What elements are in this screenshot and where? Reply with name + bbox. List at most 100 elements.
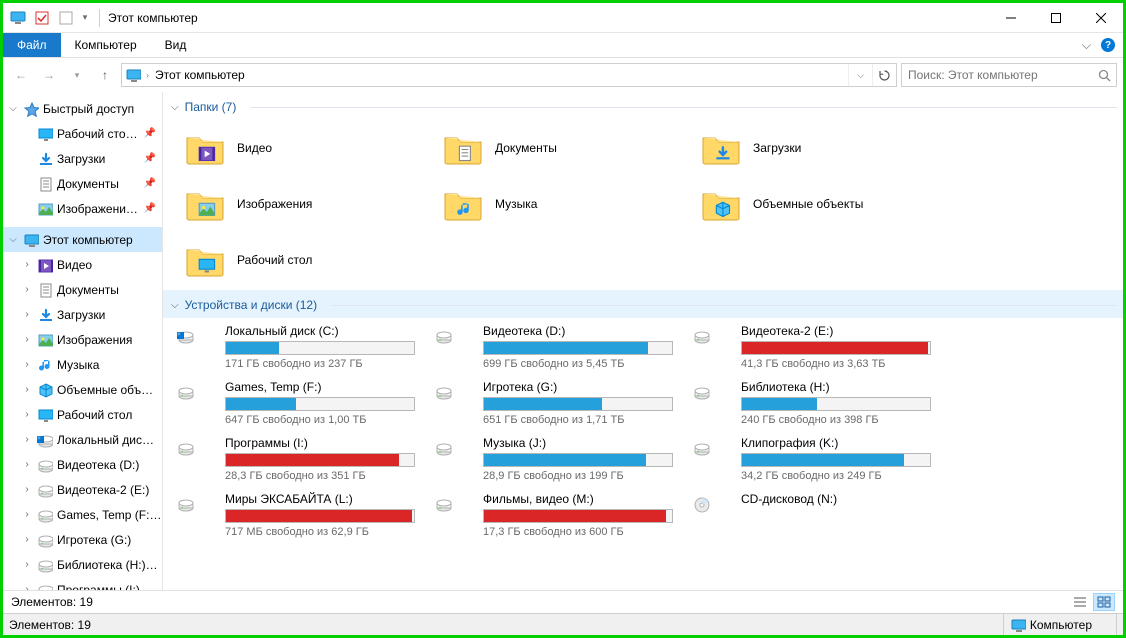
back-button[interactable]: ← [9, 63, 33, 87]
disk-icon [173, 492, 217, 536]
tree-pc-item[interactable]: › Загрузки [3, 302, 162, 327]
tree-pc-item[interactable]: › Документы [3, 277, 162, 302]
folder-item[interactable]: Видео [183, 124, 433, 172]
folder-item[interactable]: Рабочий стол [183, 236, 433, 284]
tab-view[interactable]: Вид [151, 33, 201, 57]
qat-properties-icon[interactable] [31, 7, 53, 29]
drive-free-text: 28,3 ГБ свободно из 351 ГБ [225, 470, 425, 482]
objects-folder-icon [699, 184, 743, 224]
folder-item[interactable]: Изображения [183, 180, 433, 228]
drive-item[interactable]: Библиотека (H:) 240 ГБ свободно из 398 Г… [689, 380, 941, 426]
downloads-icon [36, 151, 54, 167]
close-button[interactable] [1078, 4, 1123, 32]
folder-item[interactable]: Документы [441, 124, 691, 172]
tree-qa-item[interactable]: Изображени… 📌 [3, 196, 162, 221]
group-drives-header[interactable]: ⌵ Устройства и диски (12) [163, 290, 1123, 318]
navigation-bar: ← → ▾ ↑ › Этот компьютер ⌵ [3, 58, 1123, 92]
drive-item[interactable]: CD-дисковод (N:) [689, 492, 941, 538]
disk-icon [36, 582, 54, 591]
location-icon [122, 67, 144, 83]
breadcrumb[interactable]: Этот компьютер [151, 68, 249, 82]
tree-qa-item[interactable]: Рабочий сто… 📌 [3, 121, 162, 146]
disk-icon [36, 507, 54, 523]
tree-pc-item[interactable]: › Локальный дис… [3, 427, 162, 452]
folder-label: Изображения [237, 197, 312, 211]
tree-pc-item[interactable]: › Изображения [3, 327, 162, 352]
group-folders-header[interactable]: ⌵ Папки (7) [163, 92, 1123, 120]
taskbar-computer[interactable]: Компьютер [1003, 614, 1117, 635]
navigation-tree: ⌵ Быстрый доступ Рабочий сто… 📌 Загрузки… [3, 92, 163, 590]
chevron-down-icon: ⌵ [171, 300, 179, 311]
tree-qa-item[interactable]: Документы 📌 [3, 171, 162, 196]
capacity-bar [483, 509, 673, 523]
disk-icon [173, 436, 217, 480]
search-icon[interactable] [1092, 69, 1116, 82]
search-input[interactable] [902, 68, 1092, 82]
drive-free-text: 240 ГБ свободно из 398 ГБ [741, 414, 941, 426]
tree-pc-item[interactable]: › Видео [3, 252, 162, 277]
disk-icon [431, 324, 475, 368]
folder-item[interactable]: Загрузки [699, 124, 949, 172]
drive-label: Games, Temp (F:) [225, 380, 425, 394]
tree-pc-item[interactable]: › Библиотека (H:)… [3, 552, 162, 577]
view-tiles-button[interactable] [1093, 593, 1115, 611]
objects-icon [36, 382, 54, 398]
drive-item[interactable]: Games, Temp (F:) 647 ГБ свободно из 1,00… [173, 380, 425, 426]
taskbar-strip: Элементов: 19 Компьютер [3, 613, 1123, 635]
ribbon-expand-icon[interactable]: ⌵ [1082, 38, 1091, 53]
tree-qa-item[interactable]: Загрузки 📌 [3, 146, 162, 171]
drive-item[interactable]: Видеотека (D:) 699 ГБ свободно из 5,45 Т… [431, 324, 683, 370]
tree-pc-item[interactable]: › Видеотека-2 (E:) [3, 477, 162, 502]
maximize-button[interactable] [1033, 4, 1078, 32]
folder-item[interactable]: Объемные объекты [699, 180, 949, 228]
help-icon[interactable]: ? [1101, 38, 1115, 52]
music-folder-icon [441, 184, 485, 224]
tab-computer[interactable]: Компьютер [61, 33, 151, 57]
drive-item[interactable]: Миры ЭКСАБАЙТА (L:) 717 МБ свободно из 6… [173, 492, 425, 538]
tree-pc-item[interactable]: › Игротека (G:) [3, 527, 162, 552]
drive-item[interactable]: Игротека (G:) 651 ГБ свободно из 1,71 ТБ [431, 380, 683, 426]
address-bar[interactable]: › Этот компьютер ⌵ [121, 63, 897, 87]
tree-quick-access[interactable]: ⌵ Быстрый доступ [3, 96, 162, 121]
minimize-button[interactable] [988, 4, 1033, 32]
tab-file[interactable]: Файл [3, 33, 61, 57]
monitor-icon [22, 232, 40, 248]
folder-item[interactable]: Музыка [441, 180, 691, 228]
refresh-button[interactable] [872, 64, 896, 86]
qat-new-folder-icon[interactable] [55, 7, 77, 29]
drive-item[interactable]: Видеотека-2 (E:) 41,3 ГБ свободно из 3,6… [689, 324, 941, 370]
address-dropdown[interactable]: ⌵ [848, 64, 872, 86]
content-pane: ⌵ Папки (7) Видео Документы Загрузки Изо… [163, 92, 1123, 590]
status-item-count: Элементов: 19 [11, 595, 93, 609]
capacity-bar [483, 341, 673, 355]
search-box[interactable] [901, 63, 1117, 87]
forward-button[interactable]: → [37, 63, 61, 87]
tree-pc-item[interactable]: › Видеотека (D:) [3, 452, 162, 477]
chevron-right-icon[interactable]: › [144, 70, 151, 80]
disk-icon [431, 492, 475, 536]
tree-pc-item[interactable]: › Музыка [3, 352, 162, 377]
disk-icon [431, 380, 475, 424]
capacity-bar [225, 509, 415, 523]
qat-dropdown-icon[interactable]: ▾ [79, 7, 91, 29]
tree-pc-item[interactable]: › Объемные объ… [3, 377, 162, 402]
disk-icon [689, 324, 733, 368]
drive-free-text: 717 МБ свободно из 62,9 ГБ [225, 526, 425, 538]
drive-item[interactable]: Локальный диск (C:) 171 ГБ свободно из 2… [173, 324, 425, 370]
view-details-button[interactable] [1069, 593, 1091, 611]
drive-free-text: 699 ГБ свободно из 5,45 ТБ [483, 358, 683, 370]
drive-item[interactable]: Музыка (J:) 28,9 ГБ свободно из 199 ГБ [431, 436, 683, 482]
tree-pc-item[interactable]: › Games, Temp (F:… [3, 502, 162, 527]
drive-item[interactable]: Программы (I:) 28,3 ГБ свободно из 351 Г… [173, 436, 425, 482]
drive-item[interactable]: Фильмы, видео (M:) 17,3 ГБ свободно из 6… [431, 492, 683, 538]
drive-label: Клипография (K:) [741, 436, 941, 450]
up-button[interactable]: ↑ [93, 63, 117, 87]
tree-pc-item[interactable]: › Рабочий стол [3, 402, 162, 427]
drive-free-text: 651 ГБ свободно из 1,71 ТБ [483, 414, 683, 426]
drive-item[interactable]: Клипография (K:) 34,2 ГБ свободно из 249… [689, 436, 941, 482]
tree-pc-item[interactable]: › Программы (I:)… [3, 577, 162, 590]
qat-this-pc-icon[interactable] [7, 7, 29, 29]
star-icon [22, 101, 40, 117]
tree-this-pc[interactable]: ⌵ Этот компьютер [3, 227, 162, 252]
recent-dropdown[interactable]: ▾ [65, 63, 89, 87]
